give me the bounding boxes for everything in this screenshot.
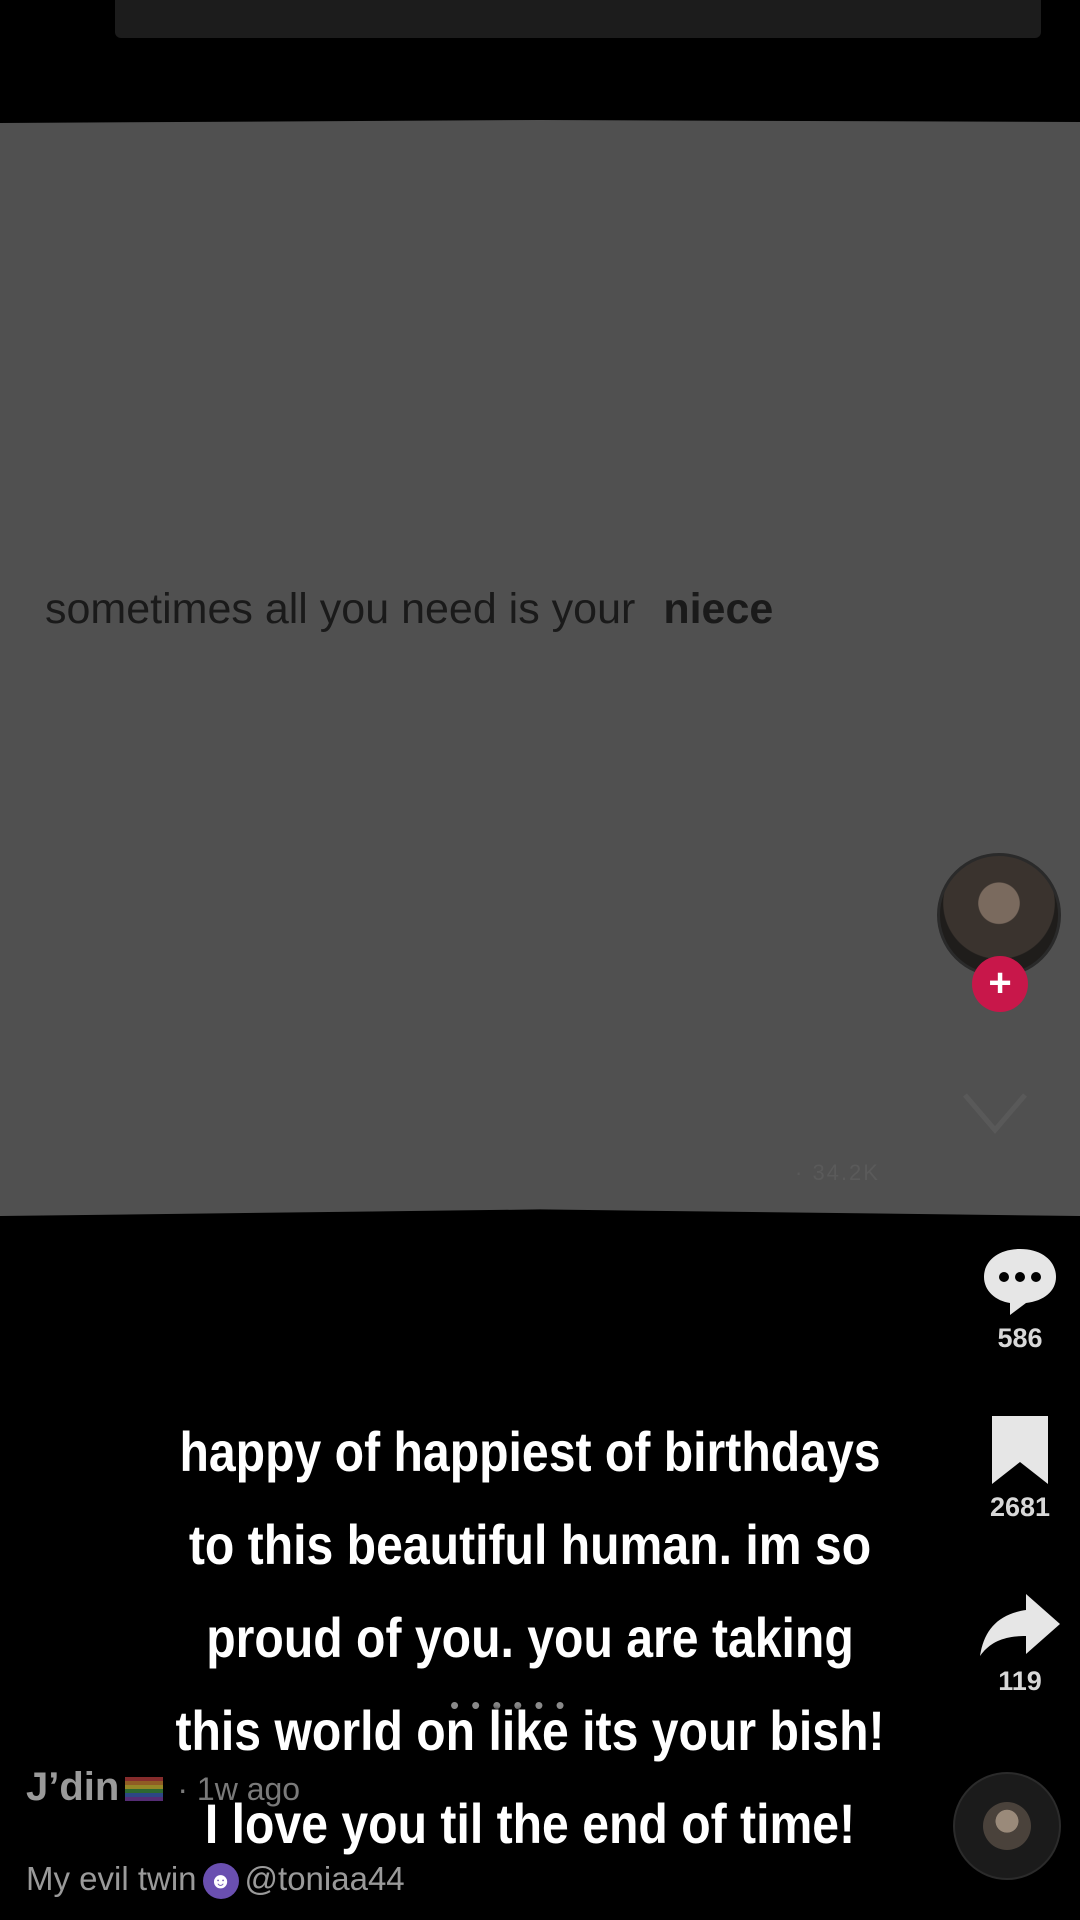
comment-button[interactable]: 586 [960, 1245, 1080, 1354]
video-frame[interactable] [0, 120, 1080, 1216]
comment-bubble-icon [984, 1249, 1056, 1315]
share-button[interactable]: 119 [960, 1590, 1080, 1697]
overlay-caption: happy of happiest of birthdays to this b… [175, 1420, 885, 1855]
frame-caption-bold: niece [663, 585, 774, 633]
share-count: 119 [998, 1666, 1042, 1696]
bookmark-count: 2681 [989, 1492, 1051, 1522]
music-disc-cover [983, 1802, 1031, 1850]
share-arrow-icon [980, 1594, 1060, 1656]
frame-caption-text: sometimes all you need is your [45, 585, 636, 633]
ghost-like-count: · 34.2K [795, 1160, 880, 1185]
author-name[interactable]: J’din [26, 1765, 119, 1809]
music-disc[interactable] [953, 1772, 1061, 1880]
follow-button[interactable]: + [972, 956, 1028, 1012]
bookmark-icon [992, 1416, 1048, 1484]
comment-count: 586 [997, 1323, 1043, 1353]
top-bar [115, 0, 1041, 38]
rainbow-flag-icon [125, 1777, 164, 1802]
bookmark-button[interactable]: 2681 [960, 1412, 1080, 1523]
video-frame-caption: sometimes all you need is your niece [45, 585, 773, 634]
ghost-heart-icon [963, 1093, 1027, 1134]
plus-icon: + [988, 961, 1012, 1005]
